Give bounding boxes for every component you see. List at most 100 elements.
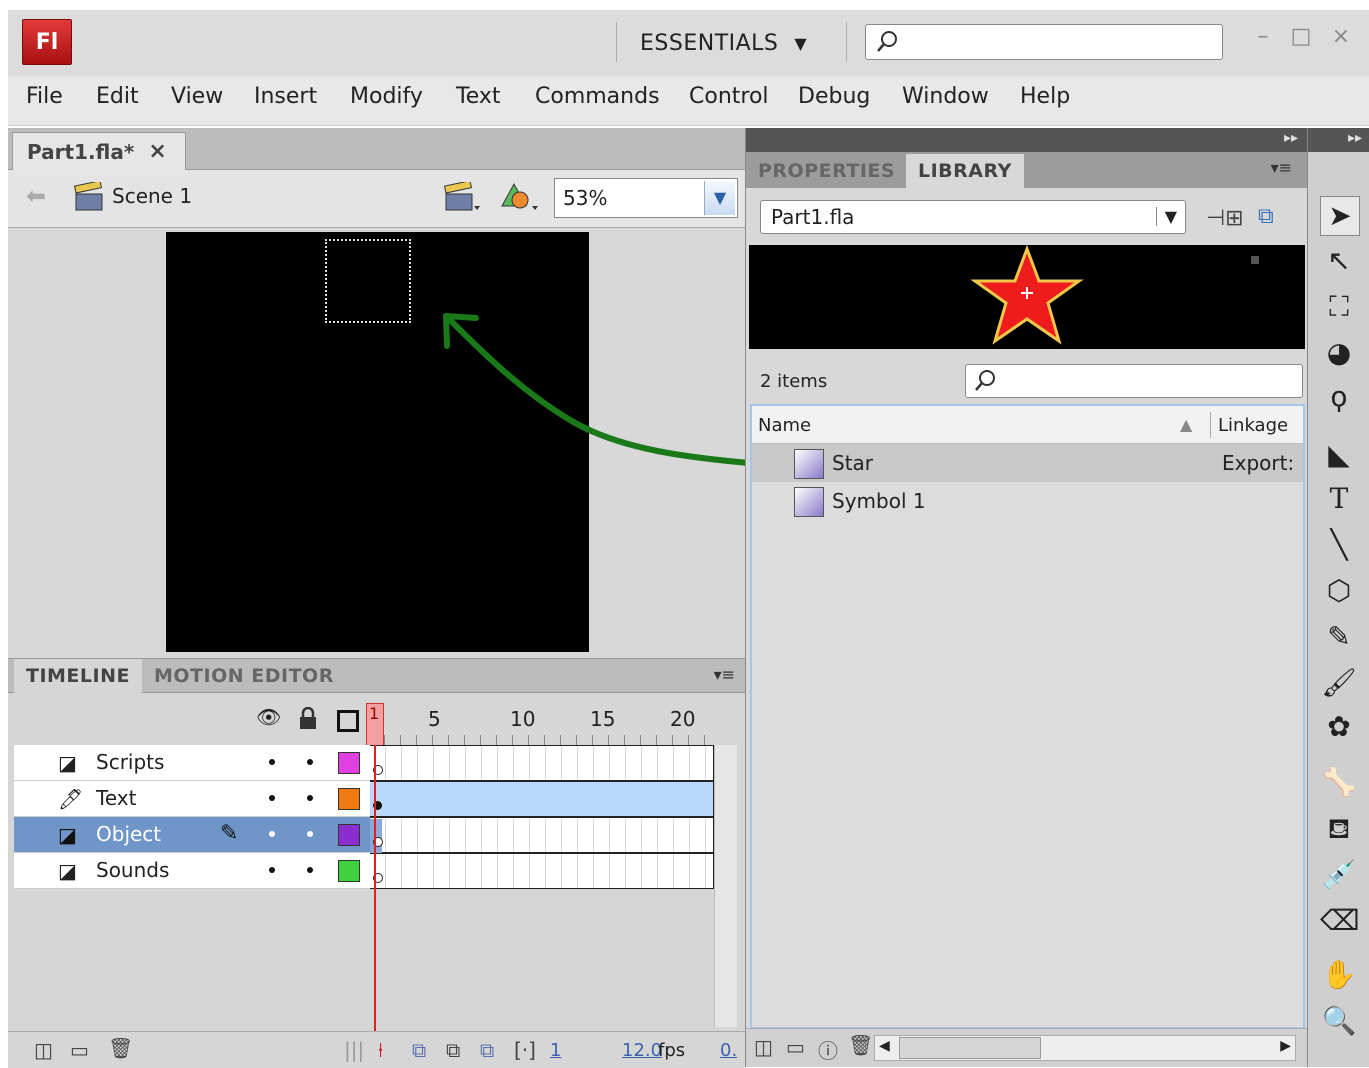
close-icon[interactable]: × [1326, 24, 1356, 54]
visibility-dot[interactable] [269, 759, 275, 765]
edit-symbols-icon[interactable] [498, 180, 538, 212]
edit-scene-icon[interactable] [444, 182, 480, 212]
edit-multiple-frames-icon[interactable]: ⧉ [480, 1038, 494, 1062]
collapse-icon[interactable]: ▸▸ [1284, 130, 1298, 146]
library-horizontal-scrollbar[interactable]: ◀ ▶ [874, 1035, 1296, 1061]
lock-dot[interactable] [307, 831, 313, 837]
splitter-icon[interactable]: ||| [344, 1038, 364, 1062]
subselection-tool-icon[interactable]: ↖ [1320, 242, 1358, 280]
new-folder-icon[interactable]: ▭ [786, 1035, 805, 1059]
menu-modify[interactable]: Modify [350, 84, 423, 109]
column-header-name[interactable]: Name [758, 415, 811, 436]
menu-insert[interactable]: Insert [254, 84, 317, 109]
onion-outlines-icon[interactable]: ⧉ [446, 1038, 460, 1062]
keyframe[interactable] [370, 819, 382, 853]
menu-window[interactable]: Window [902, 84, 989, 109]
library-document-select[interactable]: Part1.fla ▼ [760, 200, 1186, 234]
library-item-selected[interactable]: Star Export: : [752, 444, 1303, 482]
menu-debug[interactable]: Debug [798, 84, 870, 109]
pen-tool-icon[interactable]: ◣ [1320, 436, 1358, 474]
menu-text[interactable]: Text [456, 84, 501, 109]
document-tab[interactable]: Part1.fla* × [12, 132, 186, 170]
layer-frames[interactable] [370, 745, 714, 781]
scroll-left-icon[interactable]: ◀ [879, 1038, 890, 1054]
lock-dot[interactable] [307, 795, 313, 801]
help-search-input[interactable] [865, 24, 1223, 60]
free-transform-tool-icon[interactable]: ⛶ [1320, 288, 1358, 326]
sort-ascending-icon[interactable]: ▲ [1180, 415, 1192, 434]
layer-frames[interactable] [370, 781, 714, 817]
library-search-input[interactable] [965, 364, 1303, 398]
hand-tool-icon[interactable]: ✋ [1320, 956, 1358, 994]
layer-color-swatch[interactable] [338, 788, 360, 810]
layer-frames[interactable] [370, 853, 714, 889]
paint-bucket-tool-icon[interactable]: ⛾ [1320, 810, 1358, 848]
lock-all-icon[interactable] [298, 707, 318, 731]
collapse-icon[interactable]: ▸▸ [1348, 130, 1362, 146]
playhead-marker[interactable]: 1 [366, 703, 384, 747]
layer-row[interactable]: 🖊 Text [14, 781, 718, 817]
deco-tool-icon[interactable]: ✿ [1320, 708, 1358, 746]
scroll-thumb[interactable] [899, 1037, 1041, 1059]
trash-icon[interactable]: 🗑 [108, 1036, 133, 1060]
layer-name-cell[interactable]: ◪ Object ✎ [14, 817, 370, 853]
layer-name-cell[interactable]: 🖊 Text [14, 781, 370, 817]
tab-motion-editor[interactable]: MOTION EDITOR [142, 659, 346, 693]
new-library-panel-icon[interactable]: ⧉ [1258, 204, 1274, 229]
tab-library[interactable]: LIBRARY [906, 154, 1024, 188]
zoom-select[interactable]: 53% ▼ [554, 178, 738, 218]
menu-help[interactable]: Help [1020, 84, 1070, 109]
visibility-dot[interactable] [269, 795, 275, 801]
text-tool-icon[interactable]: T [1320, 480, 1358, 518]
onion-skin-icon[interactable]: ⧉ [412, 1038, 426, 1062]
menu-control[interactable]: Control [689, 84, 769, 109]
center-frame-icon[interactable]: ⍿ [378, 1038, 383, 1062]
lock-dot[interactable] [307, 759, 313, 765]
eraser-tool-icon[interactable]: ⌫ [1320, 902, 1360, 940]
trash-icon[interactable]: 🗑 [848, 1033, 873, 1057]
polystar-tool-icon[interactable]: ⬡ [1320, 572, 1358, 610]
layer-name-cell[interactable]: ◪ Sounds [14, 853, 370, 889]
library-item[interactable]: Symbol 1 [752, 482, 1303, 520]
minimize-icon[interactable]: – [1248, 24, 1278, 54]
zoom-tool-icon[interactable]: 🔍 [1320, 1002, 1358, 1040]
menu-file[interactable]: File [26, 84, 63, 109]
timeline-scrollbar[interactable] [714, 745, 737, 1027]
pencil-tool-icon[interactable]: ✎ [1320, 618, 1358, 656]
stage[interactable] [166, 232, 589, 652]
back-arrow-icon[interactable]: ⬅ [26, 182, 46, 210]
bone-tool-icon[interactable]: 🦴 [1320, 764, 1358, 802]
chevron-down-icon[interactable]: ▼ [704, 181, 735, 215]
panel-menu-icon[interactable]: ▾≡ [1271, 158, 1292, 177]
scene-label[interactable]: Scene 1 [112, 184, 192, 208]
modify-onion-markers-icon[interactable]: [·] [514, 1038, 536, 1062]
outline-all-icon[interactable] [337, 710, 359, 732]
panel-menu-icon[interactable]: ▾≡ [714, 665, 735, 684]
visibility-dot[interactable] [269, 867, 275, 873]
scroll-right-icon[interactable]: ▶ [1280, 1038, 1291, 1054]
column-header-linkage[interactable]: Linkage [1218, 415, 1288, 436]
line-tool-icon[interactable]: ╲ [1320, 526, 1358, 564]
visibility-dot[interactable] [269, 831, 275, 837]
instance-bounding-box[interactable] [325, 239, 411, 323]
layer-name-cell[interactable]: ◪ Scripts [14, 745, 370, 781]
brush-tool-icon[interactable]: 🖌 [1320, 664, 1358, 702]
frame-rate[interactable]: 12.0 [622, 1040, 662, 1061]
pin-library-icon[interactable]: ⊣⊞ [1206, 206, 1244, 231]
menu-commands[interactable]: Commands [535, 84, 660, 109]
tab-properties[interactable]: PROPERTIES [746, 154, 907, 188]
layer-color-swatch[interactable] [338, 860, 360, 882]
new-symbol-icon[interactable]: ◫ [754, 1035, 773, 1059]
chevron-down-icon[interactable]: ▼ [1155, 207, 1177, 226]
properties-icon[interactable]: ⓘ [818, 1035, 838, 1064]
layer-row[interactable]: ◪ Sounds [14, 853, 718, 889]
layer-frames[interactable] [370, 817, 714, 853]
menu-edit[interactable]: Edit [96, 84, 139, 109]
workspace-switcher[interactable]: ESSENTIALS ▼ [640, 28, 807, 58]
selection-tool-icon[interactable]: ➤ [1320, 196, 1360, 236]
layer-color-swatch[interactable] [338, 824, 360, 846]
3d-rotation-tool-icon[interactable]: ◕ [1320, 334, 1358, 372]
new-layer-icon[interactable]: ◫ [34, 1038, 53, 1062]
new-folder-icon[interactable]: ▭ [70, 1038, 89, 1062]
maximize-icon[interactable]: □ [1286, 24, 1316, 54]
